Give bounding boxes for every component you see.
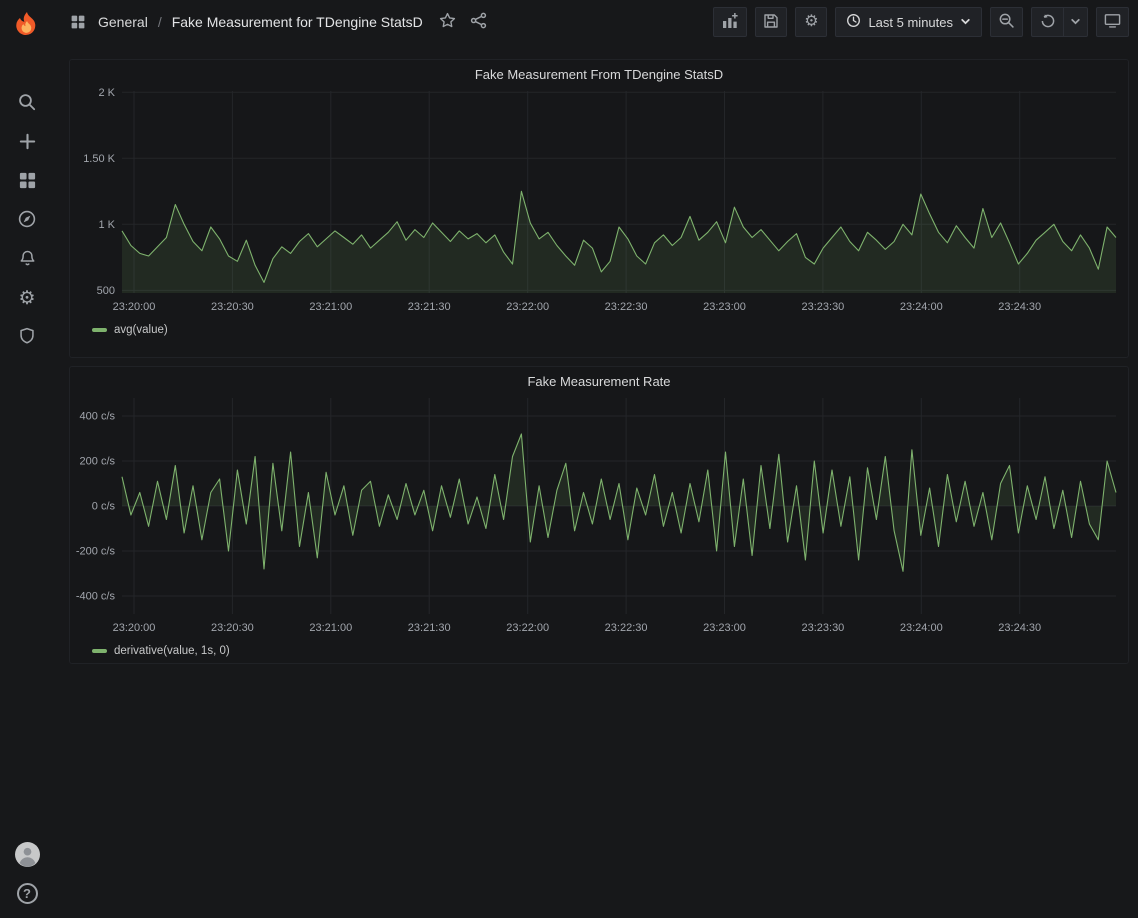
time-range-label: Last 5 minutes (868, 15, 953, 30)
breadcrumb-section[interactable]: General (98, 14, 148, 30)
svg-text:23:22:00: 23:22:00 (506, 301, 549, 313)
svg-text:2 K: 2 K (98, 87, 115, 99)
breadcrumb-separator: / (158, 14, 162, 30)
svg-text:1 K: 1 K (98, 219, 115, 231)
svg-text:1.50 K: 1.50 K (83, 153, 115, 165)
chevron-down-icon (1070, 15, 1081, 30)
save-dashboard-button[interactable] (755, 7, 787, 37)
add-panel-button[interactable] (713, 7, 747, 37)
legend-swatch (92, 328, 107, 332)
sidebar-item-search[interactable] (0, 84, 54, 123)
breadcrumb: General / Fake Measurement for TDengine … (68, 10, 713, 34)
svg-text:-200 c/s: -200 c/s (76, 546, 116, 558)
refresh-interval-dropdown[interactable] (1063, 7, 1088, 37)
sidebar-item-create[interactable] (0, 123, 54, 162)
grid-icon (18, 171, 37, 193)
svg-text:23:20:30: 23:20:30 (211, 622, 254, 634)
svg-text:23:21:00: 23:21:00 (309, 622, 352, 634)
svg-text:23:21:00: 23:21:00 (309, 301, 352, 313)
svg-text:0 c/s: 0 c/s (92, 501, 116, 513)
gear-icon: ⚙ (804, 14, 818, 30)
sidebar-item-server-admin[interactable] (0, 318, 54, 357)
dashboard-grid: Fake Measurement From TDengine StatsD 2 … (54, 44, 1138, 672)
sidebar: ⚙ ? (0, 0, 54, 918)
svg-text:23:20:00: 23:20:00 (113, 301, 156, 313)
avatar (15, 842, 40, 870)
clock-icon (846, 13, 861, 31)
share-dashboard-button[interactable] (468, 10, 489, 34)
svg-text:23:22:30: 23:22:30 (605, 622, 648, 634)
svg-text:23:20:30: 23:20:30 (211, 301, 254, 313)
svg-text:200 c/s: 200 c/s (80, 456, 116, 468)
main-area: General / Fake Measurement for TDengine … (54, 0, 1138, 918)
page-title[interactable]: Fake Measurement for TDengine StatsD (172, 14, 423, 30)
time-series-chart[interactable]: 400 c/s 200 c/s 0 c/s -200 c/s -400 c/s 23:20… (72, 392, 1122, 644)
star-dashboard-button[interactable] (437, 10, 458, 34)
zoom-out-button[interactable] (990, 7, 1023, 37)
share-icon (470, 12, 487, 32)
time-picker-button[interactable]: Last 5 minutes (835, 7, 982, 37)
dashboard-settings-button[interactable]: ⚙ (795, 7, 827, 37)
legend-label[interactable]: avg(value) (114, 324, 168, 336)
refresh-button[interactable] (1031, 7, 1063, 37)
time-series-chart[interactable]: 2 K 1.50 K 1 K 500 23:20:00 23:20:30 23:21:00 2… (72, 85, 1122, 323)
grafana-flame-icon (12, 10, 42, 40)
svg-text:23:22:30: 23:22:30 (605, 301, 648, 313)
panel-title[interactable]: Fake Measurement Rate (70, 367, 1128, 392)
navbar-actions: ⚙ Last 5 minutes (713, 7, 1129, 37)
sidebar-item-explore[interactable] (0, 201, 54, 240)
add-panel-icon (721, 12, 739, 33)
gear-icon: ⚙ (18, 289, 35, 308)
svg-text:23:22:00: 23:22:00 (506, 622, 549, 634)
star-icon (439, 12, 456, 32)
svg-text:23:24:00: 23:24:00 (900, 301, 943, 313)
svg-text:23:23:30: 23:23:30 (801, 301, 844, 313)
svg-text:23:24:30: 23:24:30 (998, 301, 1041, 313)
legend-label[interactable]: derivative(value, 1s, 0) (114, 645, 230, 657)
sidebar-item-help[interactable]: ? (0, 883, 54, 904)
legend: derivative(value, 1s, 0) (70, 644, 1128, 663)
svg-text:500: 500 (97, 285, 115, 297)
compass-icon (17, 209, 37, 232)
legend-swatch (92, 649, 107, 653)
svg-text:-400 c/s: -400 c/s (76, 591, 116, 603)
svg-text:23:20:00: 23:20:00 (113, 622, 156, 634)
grafana-app: ⚙ ? Gener (0, 0, 1138, 918)
svg-text:23:21:30: 23:21:30 (408, 622, 451, 634)
sidebar-item-configuration[interactable]: ⚙ (0, 279, 54, 318)
shield-icon (18, 327, 36, 348)
bell-icon (18, 249, 37, 271)
navbar: General / Fake Measurement for TDengine … (54, 0, 1138, 44)
search-icon (17, 92, 37, 115)
question-icon: ? (17, 883, 38, 904)
cycle-view-button[interactable] (1096, 7, 1129, 37)
refresh-icon (1040, 13, 1056, 32)
save-icon (763, 13, 779, 32)
svg-text:23:21:30: 23:21:30 (408, 301, 451, 313)
panel-title[interactable]: Fake Measurement From TDengine StatsD (70, 60, 1128, 85)
breadcrumb-dashboards-icon (68, 12, 88, 32)
grafana-logo[interactable] (10, 8, 44, 42)
sidebar-item-dashboards[interactable] (0, 162, 54, 201)
sidebar-bottom: ? (0, 842, 54, 918)
sidebar-item-alerting[interactable] (0, 240, 54, 279)
panel-fake-measurement-rate: Fake Measurement Rate 400 c/s 200 c/s 0 c/… (69, 366, 1129, 664)
monitor-icon (1104, 12, 1121, 32)
refresh-button-group (1031, 7, 1088, 37)
svg-text:23:24:30: 23:24:30 (998, 622, 1041, 634)
svg-text:400 c/s: 400 c/s (80, 411, 116, 423)
svg-text:23:24:00: 23:24:00 (900, 622, 943, 634)
svg-text:23:23:00: 23:23:00 (703, 301, 746, 313)
svg-text:23:23:30: 23:23:30 (801, 622, 844, 634)
zoom-out-icon (998, 12, 1015, 32)
sidebar-nav: ⚙ (0, 84, 54, 357)
user-profile-button[interactable] (0, 842, 54, 870)
panel-fake-measurement: Fake Measurement From TDengine StatsD 2 … (69, 59, 1129, 358)
plus-icon (18, 132, 37, 154)
legend: avg(value) (70, 323, 1128, 342)
svg-text:23:23:00: 23:23:00 (703, 622, 746, 634)
chevron-down-icon (960, 15, 971, 30)
